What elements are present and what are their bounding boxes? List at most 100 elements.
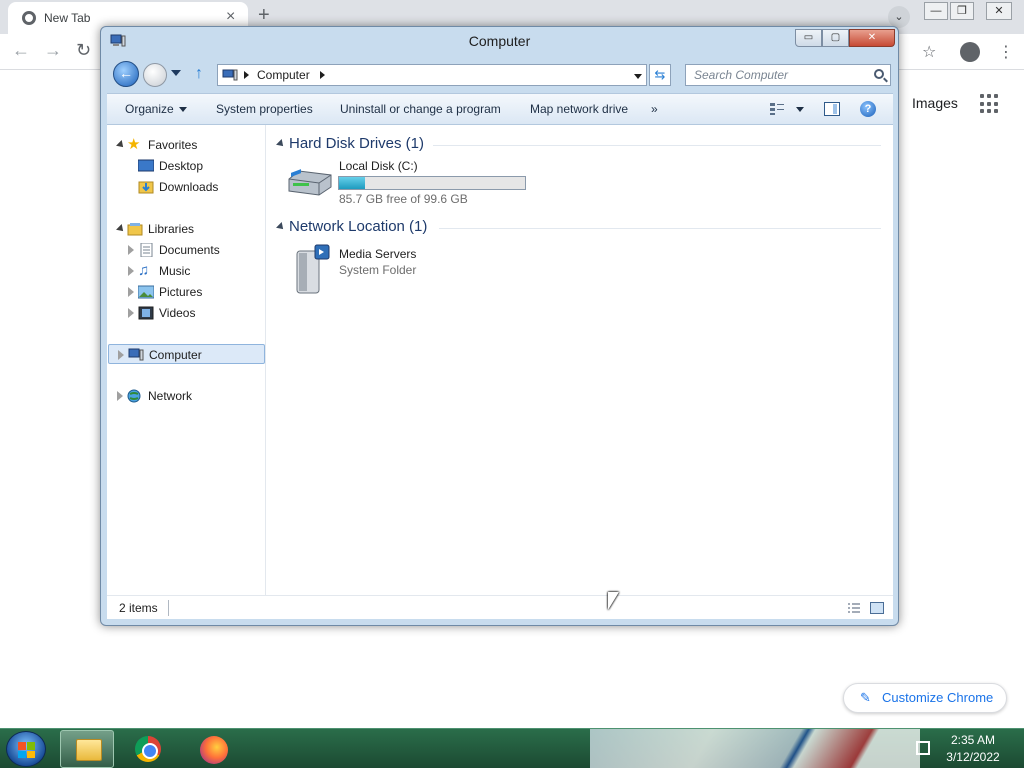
videos-icon bbox=[138, 306, 154, 320]
taskbar-firefox[interactable] bbox=[186, 730, 240, 768]
media-servers-item[interactable]: Media Servers System Folder bbox=[289, 243, 489, 299]
chevron-down-icon bbox=[178, 107, 187, 113]
apps-grid-icon[interactable] bbox=[980, 94, 1000, 114]
search-input[interactable]: Search Computer bbox=[685, 64, 891, 86]
tree-item-pictures[interactable]: Pictures bbox=[128, 282, 258, 302]
expanded-arrow-icon[interactable] bbox=[116, 224, 126, 234]
change-view-icon[interactable] bbox=[769, 102, 785, 116]
tree-label: Pictures bbox=[159, 285, 203, 299]
large-icons-view-icon[interactable] bbox=[870, 602, 884, 614]
tree-item-videos[interactable]: Videos bbox=[128, 303, 258, 323]
explorer-window: Computer ▭ ▢ ✕ ← ↑ Computer ⇆ Search Com… bbox=[100, 26, 899, 626]
breadcrumb-computer[interactable]: Computer bbox=[257, 68, 310, 82]
back-arrow-icon[interactable]: ← bbox=[12, 40, 30, 61]
tree-label: Computer bbox=[149, 348, 202, 362]
tree-item-music[interactable]: ♫ Music bbox=[128, 261, 258, 281]
customize-chrome-label: Customize Chrome bbox=[882, 690, 994, 705]
tree-label: Videos bbox=[159, 306, 196, 320]
firefox-logo-icon bbox=[200, 736, 228, 764]
maximize-button[interactable]: ▢ bbox=[822, 29, 849, 47]
local-disk-item[interactable]: Local Disk (C:) 85.7 GB free of 99.6 GB bbox=[285, 159, 535, 206]
collapsed-arrow-icon[interactable] bbox=[128, 308, 134, 318]
group-title: Network Location (1) bbox=[289, 218, 428, 235]
tree-item-libraries[interactable]: Libraries bbox=[116, 219, 257, 239]
tab-search-icon[interactable]: ⌄ bbox=[888, 6, 910, 28]
collapsed-arrow-icon[interactable] bbox=[128, 266, 134, 276]
chrome-restore-button[interactable]: ❐ bbox=[950, 2, 974, 20]
collapsed-arrow-icon[interactable] bbox=[118, 350, 124, 360]
media-server-icon bbox=[296, 244, 330, 294]
breadcrumb-separator-icon[interactable] bbox=[244, 71, 249, 79]
forward-button[interactable] bbox=[143, 63, 167, 87]
reload-icon[interactable]: ↻ bbox=[76, 40, 91, 61]
collapsed-arrow-icon[interactable] bbox=[117, 391, 123, 401]
chrome-minimize-button[interactable]: — bbox=[924, 2, 948, 20]
chrome-logo-icon bbox=[22, 11, 36, 25]
group-divider bbox=[433, 145, 881, 146]
organize-button[interactable]: Organize bbox=[125, 102, 187, 116]
media-servers-type: System Folder bbox=[339, 263, 417, 277]
address-history-dropdown-icon[interactable] bbox=[634, 74, 642, 79]
tree-item-desktop[interactable]: Desktop bbox=[138, 156, 258, 176]
local-disk-name: Local Disk (C:) bbox=[339, 159, 418, 173]
clock-date[interactable]: 3/12/2022 bbox=[930, 750, 1016, 764]
tree-label: Libraries bbox=[148, 222, 195, 236]
help-icon[interactable]: ? bbox=[860, 101, 876, 117]
media-servers-name: Media Servers bbox=[339, 247, 417, 261]
profile-avatar-icon[interactable] bbox=[960, 42, 980, 62]
uninstall-program-button[interactable]: Uninstall or change a program bbox=[340, 102, 501, 116]
preview-pane-icon[interactable] bbox=[824, 102, 840, 116]
back-button[interactable]: ← bbox=[113, 61, 139, 87]
refresh-icon[interactable]: ⇆ bbox=[649, 64, 671, 86]
expanded-arrow-icon[interactable] bbox=[276, 222, 286, 232]
breadcrumb-separator-icon[interactable] bbox=[320, 71, 325, 79]
pictures-icon bbox=[138, 285, 154, 299]
address-bar[interactable]: Computer bbox=[217, 64, 647, 86]
tree-item-favorites[interactable]: ★ Favorites bbox=[116, 135, 257, 155]
more-commands-button[interactable]: » bbox=[651, 102, 658, 116]
up-arrow-icon[interactable]: ↑ bbox=[195, 65, 203, 83]
taskbar-explorer[interactable] bbox=[60, 730, 114, 768]
hard-drive-icon bbox=[288, 169, 332, 196]
start-button[interactable] bbox=[6, 731, 46, 767]
expanded-arrow-icon[interactable] bbox=[116, 140, 126, 150]
chrome-logo-icon bbox=[135, 736, 161, 762]
chrome-menu-icon[interactable]: ⋮ bbox=[998, 42, 1014, 62]
tree-item-computer[interactable]: Computer bbox=[108, 344, 265, 364]
view-options-dropdown-icon[interactable] bbox=[796, 107, 804, 112]
tree-item-documents[interactable]: Documents bbox=[128, 240, 258, 260]
customize-chrome-button[interactable]: ✎ Customize Chrome bbox=[843, 683, 1007, 713]
downloads-folder-icon bbox=[138, 181, 154, 194]
chrome-tab-title: New Tab bbox=[44, 11, 91, 25]
libraries-icon bbox=[127, 223, 143, 236]
forward-arrow-icon[interactable]: → bbox=[44, 40, 62, 61]
search-icon bbox=[874, 69, 884, 79]
clock-time[interactable]: 2:35 AM bbox=[930, 733, 1016, 747]
expanded-arrow-icon[interactable] bbox=[276, 139, 286, 149]
command-bar: Organize System properties Uninstall or … bbox=[107, 93, 893, 125]
chrome-close-button[interactable]: ✕ bbox=[986, 2, 1012, 20]
mouse-pointer-icon bbox=[608, 592, 619, 610]
navigation-bar: ← ↑ Computer ⇆ Search Computer bbox=[107, 61, 893, 89]
desktop-icon bbox=[138, 159, 154, 172]
close-button[interactable]: ✕ bbox=[849, 29, 895, 47]
network-tray-icon[interactable] bbox=[916, 741, 930, 755]
collapsed-arrow-icon[interactable] bbox=[128, 287, 134, 297]
desktop-wallpaper bbox=[590, 729, 920, 768]
collapsed-arrow-icon[interactable] bbox=[128, 245, 134, 255]
tree-item-downloads[interactable]: Downloads bbox=[138, 177, 258, 197]
map-network-drive-button[interactable]: Map network drive bbox=[530, 102, 628, 116]
bookmark-star-icon[interactable]: ☆ bbox=[922, 42, 936, 62]
close-tab-icon[interactable]: × bbox=[226, 8, 235, 26]
tree-item-network[interactable]: Network bbox=[117, 386, 258, 406]
recent-pages-dropdown-icon[interactable] bbox=[171, 70, 181, 76]
system-properties-button[interactable]: System properties bbox=[216, 102, 313, 116]
documents-icon bbox=[140, 243, 153, 257]
minimize-button[interactable]: ▭ bbox=[795, 29, 822, 47]
computer-icon bbox=[128, 348, 144, 361]
images-link[interactable]: Images bbox=[912, 95, 958, 111]
star-icon: ★ bbox=[127, 136, 141, 153]
taskbar-chrome[interactable] bbox=[121, 730, 175, 768]
details-view-icon[interactable] bbox=[847, 602, 861, 614]
new-tab-button[interactable]: + bbox=[258, 4, 270, 27]
